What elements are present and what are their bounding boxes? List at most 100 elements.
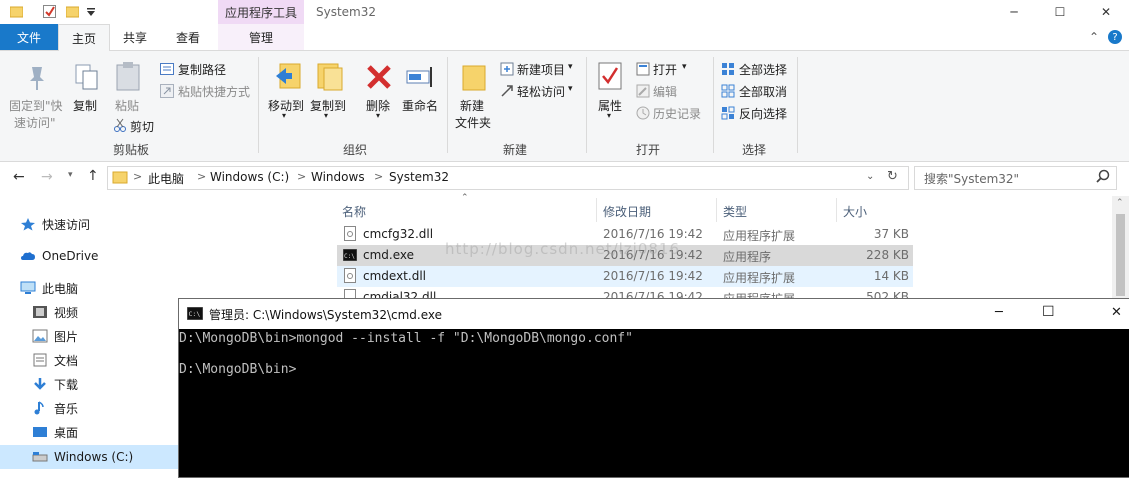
help-icon[interactable]: ?: [1106, 24, 1124, 50]
open-icon: [636, 62, 650, 79]
tab-file[interactable]: 文件: [0, 24, 58, 50]
edit-icon: [636, 84, 650, 101]
video-icon: [32, 305, 48, 319]
customize-toolbar-icon[interactable]: [86, 6, 99, 19]
file-type: 应用程序: [723, 250, 772, 264]
column-header-name[interactable]: 名称: [342, 203, 366, 220]
nav-item-label: 视频: [54, 305, 79, 320]
address-history-dropdown-icon[interactable]: ⌄: [866, 171, 874, 182]
cmd-title-bar[interactable]: C:\ 管理员: C:\Windows\System32\cmd.exe ─ ☐…: [179, 299, 1129, 329]
new-item-dropdown-icon: ▾: [568, 62, 573, 72]
music-icon: [32, 401, 48, 415]
nav-item-videos[interactable]: 视频: [32, 301, 78, 323]
breadcrumb-this-pc[interactable]: 此电脑: [148, 170, 184, 187]
window-title: System32: [316, 5, 377, 19]
properties-icon: [598, 62, 622, 93]
refresh-icon[interactable]: ↻: [887, 169, 898, 184]
cmd-maximize-button[interactable]: ☐: [1042, 304, 1055, 320]
table-row[interactable]: cmdext.dll 2016/7/16 19:42 应用程序扩展 14 KB: [337, 266, 913, 287]
tab-view[interactable]: 查看: [163, 24, 213, 50]
maximize-button[interactable]: ☐: [1037, 0, 1083, 24]
breadcrumb-system32[interactable]: System32: [389, 170, 449, 184]
recent-locations-icon[interactable]: ▾: [68, 170, 73, 180]
svg-text:C:\: C:\: [189, 310, 201, 318]
search-icon[interactable]: [1096, 169, 1110, 186]
select-group-label: 选择: [742, 143, 767, 157]
breadcrumb-separator: >: [374, 170, 384, 183]
table-row[interactable]: cmdial32.dll 2016/7/16 19:42 应用程序扩展 502 …: [337, 287, 913, 298]
file-list-scrollbar[interactable]: ⌃: [1112, 196, 1129, 298]
back-arrow-icon[interactable]: ←: [13, 169, 25, 185]
documents-icon: [32, 353, 48, 367]
nav-item-label: 文档: [54, 353, 79, 368]
nav-item-downloads[interactable]: 下载: [32, 373, 78, 395]
desktop-icon: [32, 425, 48, 439]
new-item-label: 新建项目: [517, 63, 566, 77]
ribbon-divider: [258, 57, 259, 153]
history-icon: [636, 106, 650, 123]
scroll-up-icon[interactable]: ⌃: [1116, 198, 1124, 208]
nav-item-documents[interactable]: 文档: [32, 349, 78, 371]
nav-item-label: 此电脑: [42, 281, 79, 296]
file-date: 2016/7/16 19:42: [603, 269, 703, 283]
new-folder-label-line2: 文件夹: [455, 116, 492, 130]
nav-item-label: Windows (C:): [54, 450, 134, 464]
nav-item-label: OneDrive: [42, 249, 99, 263]
scrollbar-thumb[interactable]: [1116, 214, 1125, 296]
easy-access-icon: [500, 84, 514, 101]
properties-check-icon[interactable]: [43, 5, 56, 18]
open-group-label: 打开: [636, 143, 661, 157]
file-size: 502 KB: [866, 290, 909, 298]
folder-icon[interactable]: [9, 5, 24, 18]
breadcrumb-windows[interactable]: Windows: [311, 170, 365, 184]
tab-share[interactable]: 共享: [110, 24, 160, 50]
minimize-button[interactable]: ─: [991, 0, 1037, 24]
column-header-size[interactable]: 大小: [843, 203, 867, 220]
close-button[interactable]: ✕: [1083, 0, 1129, 24]
new-folder-label-line1: 新建: [460, 99, 485, 113]
nav-item-desktop[interactable]: 桌面: [32, 421, 78, 443]
tab-home[interactable]: 主页: [58, 24, 110, 51]
new-folder-icon[interactable]: [65, 5, 80, 18]
dll-file-icon: [344, 268, 356, 286]
select-none-label: 全部取消: [739, 85, 788, 99]
column-header-type[interactable]: 类型: [723, 203, 747, 220]
copy-path-icon: [160, 63, 174, 78]
file-size: 228 KB: [866, 248, 909, 262]
copy-label: 复制: [73, 99, 98, 113]
select-all-label: 全部选择: [739, 63, 788, 77]
cmd-window[interactable]: C:\ 管理员: C:\Windows\System32\cmd.exe ─ ☐…: [178, 298, 1129, 478]
cmd-minimize-button[interactable]: ─: [995, 305, 1003, 320]
cmd-close-button[interactable]: ✕: [1111, 305, 1122, 320]
cmd-window-title: 管理员: C:\Windows\System32\cmd.exe: [209, 308, 442, 322]
invert-selection-icon: [721, 106, 735, 123]
nav-item-drive-c[interactable]: Windows (C:): [32, 446, 133, 468]
breadcrumb-drive-c[interactable]: Windows (C:): [210, 170, 289, 184]
new-group-label: 新建: [503, 143, 528, 157]
nav-item-this-pc[interactable]: 此电脑: [20, 277, 78, 299]
forward-arrow-icon[interactable]: →: [41, 169, 53, 185]
paste-shortcut-icon: [160, 84, 174, 101]
drive-icon: [32, 450, 48, 464]
collapse-ribbon-icon[interactable]: ⌃: [1085, 24, 1103, 50]
column-header-date[interactable]: 修改日期: [603, 203, 651, 220]
address-bar[interactable]: > 此电脑 > Windows (C:) > Windows > System3…: [107, 166, 909, 190]
scissors-icon: [113, 118, 127, 135]
star-icon: [20, 217, 36, 231]
search-box[interactable]: 搜索"System32": [914, 166, 1117, 190]
file-type: 应用程序扩展: [723, 290, 795, 298]
pin-icon: [26, 65, 48, 94]
nav-item-quick-access[interactable]: 快速访问: [20, 213, 90, 235]
open-label: 打开: [653, 63, 678, 77]
nav-item-pictures[interactable]: 图片: [32, 325, 78, 347]
up-arrow-icon[interactable]: ↑: [87, 168, 99, 184]
nav-item-onedrive[interactable]: OneDrive: [20, 245, 98, 267]
cmd-prompt-line[interactable]: D:\MongoDB\bin>: [179, 362, 296, 377]
invert-selection-label: 反向选择: [739, 107, 788, 121]
pin-label-line2: 速访问": [14, 116, 56, 130]
pictures-icon: [32, 329, 48, 343]
watermark: http://blog.csdn.net/lzj0816: [445, 240, 681, 258]
rename-icon: [406, 65, 436, 92]
tab-manage[interactable]: 管理: [218, 24, 304, 50]
nav-item-music[interactable]: 音乐: [32, 397, 78, 419]
